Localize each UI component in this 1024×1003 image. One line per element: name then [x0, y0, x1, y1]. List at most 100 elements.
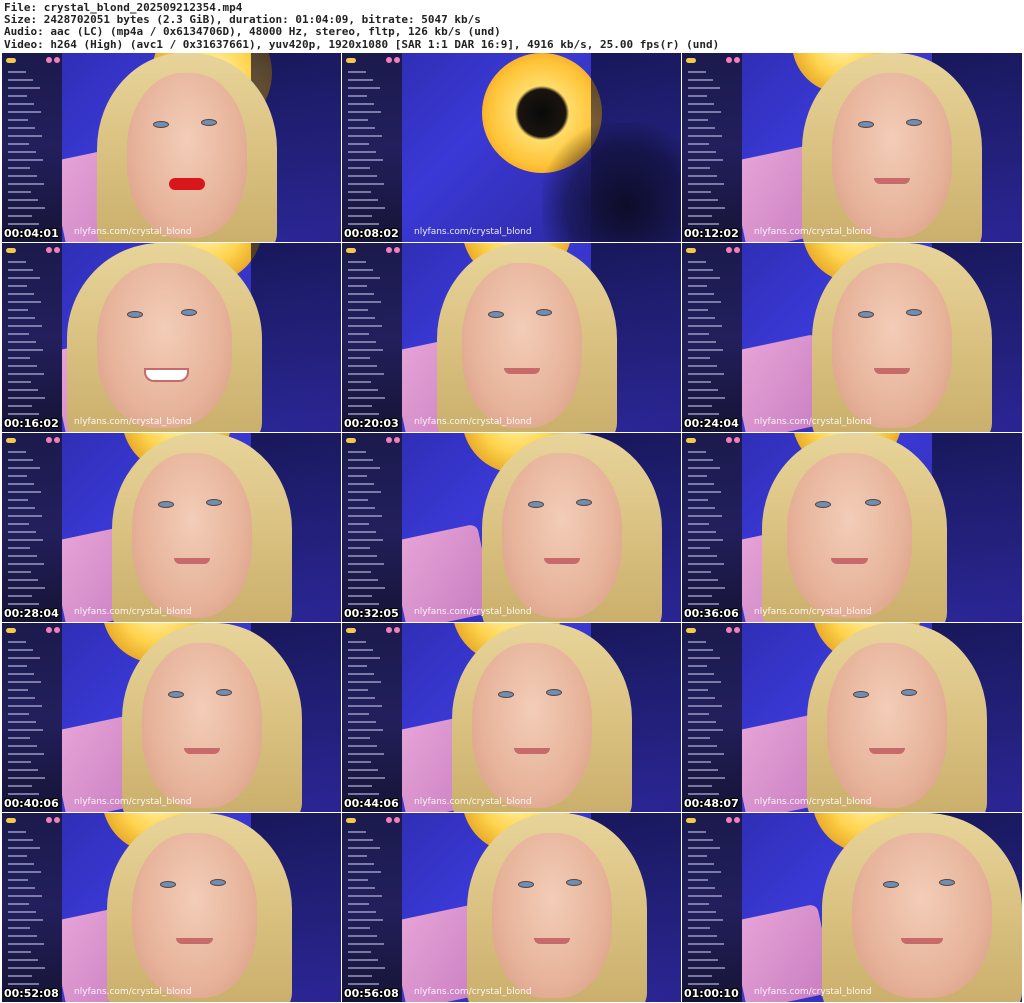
- overlay-text-line: [348, 943, 384, 945]
- overlay-text-line: [8, 785, 32, 787]
- video-frame-thumbnail: nlyfans.com/crystal_blond 00:44:06: [342, 623, 681, 812]
- overlay-text-line: [688, 143, 709, 145]
- face: [132, 833, 257, 998]
- overlay-text-line: [348, 903, 369, 905]
- overlay-logo-icon: [346, 438, 356, 443]
- mouth: [184, 748, 220, 754]
- overlay-text-line: [348, 523, 369, 525]
- overlay-text-line: [348, 325, 382, 327]
- watermark-text: nlyfans.com/crystal_blond: [414, 607, 532, 617]
- overlay-text-line: [688, 729, 723, 731]
- watermark-text: nlyfans.com/crystal_blond: [414, 797, 532, 807]
- thumbnail-grid: nlyfans.com/crystal_blond 00:04:01 nlyfans…: [2, 53, 1022, 1003]
- overlay-text-line: [688, 753, 724, 755]
- overlay-text-line: [688, 499, 708, 501]
- overlay-text-line: [8, 603, 39, 605]
- overlay-text-line: [8, 135, 42, 137]
- overlay-text-line: [8, 697, 35, 699]
- overlay-text-line: [8, 451, 26, 453]
- overlay-text-line: [8, 475, 27, 477]
- video-frame-thumbnail: nlyfans.com/crystal_blond 00:08:02: [342, 53, 681, 242]
- overlay-text-line: [688, 491, 721, 493]
- overlay-text-line: [8, 657, 40, 659]
- stream-overlay-panel: [342, 623, 402, 812]
- overlay-text-line: [688, 721, 716, 723]
- video-frame-thumbnail: nlyfans.com/crystal_blond 00:48:07: [682, 623, 1022, 812]
- eye: [938, 879, 955, 886]
- overlay-dot-icon: [394, 817, 400, 823]
- video-frame-thumbnail: nlyfans.com/crystal_blond 00:40:06: [2, 623, 341, 812]
- overlay-text-line: [8, 641, 26, 643]
- stream-overlay-panel: [682, 243, 742, 432]
- overlay-text-line: [688, 555, 717, 557]
- overlay-text-line: [8, 539, 43, 541]
- overlay-text-line: [348, 793, 379, 795]
- eye: [814, 501, 831, 508]
- overlay-text-line: [348, 127, 375, 129]
- video-frame-thumbnail: nlyfans.com/crystal_blond 01:00:10: [682, 813, 1022, 1002]
- overlay-text-line: [348, 777, 385, 779]
- overlay-text-line: [688, 341, 716, 343]
- overlay-text-line: [348, 389, 378, 391]
- overlay-text-line: [8, 207, 45, 209]
- overlay-text-line: [348, 855, 367, 857]
- overlay-dot-icon: [46, 627, 52, 633]
- overlay-text-line: [348, 555, 377, 557]
- overlay-text-line: [348, 333, 369, 335]
- overlay-text-line: [688, 547, 710, 549]
- overlay-text-line: [348, 183, 384, 185]
- overlay-text-line: [348, 895, 382, 897]
- frame-timestamp: 00:12:02: [684, 227, 739, 240]
- overlay-text-line: [348, 459, 373, 461]
- overlay-logo-icon: [346, 58, 356, 63]
- watermark-text: nlyfans.com/crystal_blond: [74, 797, 192, 807]
- overlay-text-line: [688, 79, 713, 81]
- overlay-text-line: [688, 261, 706, 263]
- overlay-text-line: [688, 713, 709, 715]
- overlay-text-line: [348, 975, 372, 977]
- face: [832, 73, 952, 238]
- overlay-text-line: [348, 167, 370, 169]
- overlay-text-line: [348, 483, 374, 485]
- overlay-text-line: [8, 309, 28, 311]
- video-frame-thumbnail: nlyfans.com/crystal_blond 00:28:04: [2, 433, 341, 622]
- overlay-dot-icon: [54, 57, 60, 63]
- overlay-text-line: [348, 951, 371, 953]
- overlay-text-line: [688, 927, 710, 929]
- overlay-dot-icon: [386, 437, 392, 443]
- overlay-text-line: [688, 483, 714, 485]
- overlay-text-line: [348, 373, 384, 375]
- overlay-text-line: [688, 405, 712, 407]
- overlay-text-line: [8, 499, 28, 501]
- overlay-text-line: [348, 79, 373, 81]
- overlay-text-line: [8, 397, 45, 399]
- overlay-dot-icon: [394, 627, 400, 633]
- overlay-text-line: [8, 951, 31, 953]
- mouth: [534, 938, 570, 944]
- overlay-dot-icon: [54, 627, 60, 633]
- overlay-text-line: [348, 301, 381, 303]
- overlay-text-line: [348, 111, 381, 113]
- overlay-text-line: [8, 491, 41, 493]
- overlay-text-line: [348, 729, 383, 731]
- overlay-text-line: [8, 515, 42, 517]
- overlay-text-line: [348, 451, 366, 453]
- video-frame-thumbnail: nlyfans.com/crystal_blond 00:52:08: [2, 813, 341, 1002]
- overlay-text-line: [8, 103, 34, 105]
- video-frame-thumbnail: nlyfans.com/crystal_blond 00:20:03: [342, 243, 681, 432]
- overlay-text-line: [348, 887, 375, 889]
- overlay-text-line: [348, 539, 383, 541]
- overlay-logo-icon: [346, 628, 356, 633]
- overlay-text-line: [688, 175, 717, 177]
- overlay-text-line: [8, 737, 30, 739]
- watermark-text: nlyfans.com/crystal_blond: [74, 417, 192, 427]
- overlay-text-line: [348, 571, 371, 573]
- overlay-text-line: [8, 555, 37, 557]
- watermark-text: nlyfans.com/crystal_blond: [414, 987, 532, 997]
- face: [132, 453, 252, 618]
- video-frame-thumbnail: nlyfans.com/crystal_blond 00:16:02: [2, 243, 341, 432]
- overlay-text-line: [688, 151, 716, 153]
- overlay-text-line: [8, 71, 26, 73]
- overlay-logo-icon: [346, 818, 356, 823]
- overlay-text-line: [348, 665, 367, 667]
